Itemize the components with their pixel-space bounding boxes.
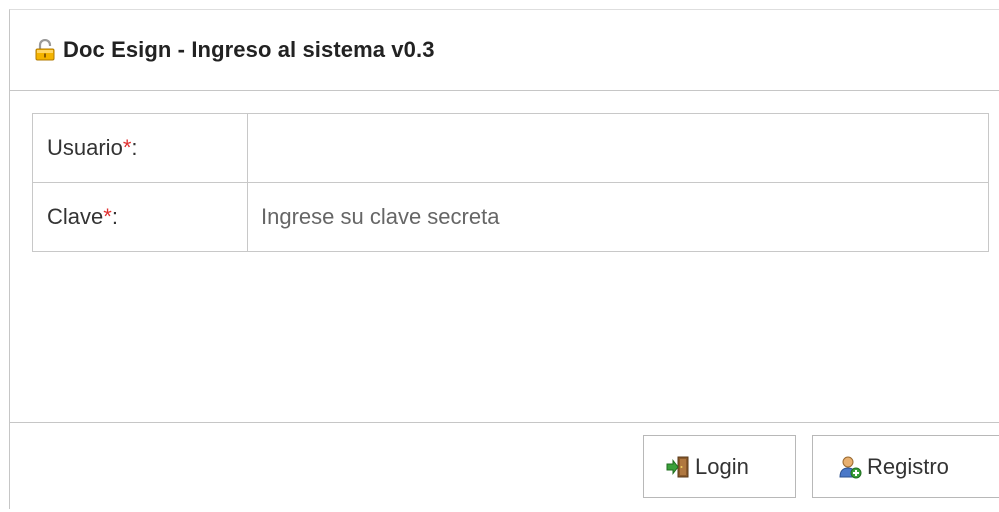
login-label: Login <box>695 453 749 479</box>
login-window: Doc Esign - Ingreso al sistema v0.3 Usua… <box>9 9 999 509</box>
add-user-icon <box>838 455 862 479</box>
clave-label: Clave <box>47 204 104 229</box>
login-form: Usuario*: Clave*: <box>32 113 989 252</box>
login-button[interactable]: Login <box>643 435 796 498</box>
clave-input[interactable] <box>261 204 961 230</box>
registro-button[interactable]: Registro <box>812 435 999 498</box>
door-enter-icon <box>666 455 690 479</box>
window-title: Doc Esign - Ingreso al sistema v0.3 <box>63 37 435 62</box>
label-separator: : <box>111 204 118 229</box>
window-titlebar: Doc Esign - Ingreso al sistema v0.3 <box>10 10 999 91</box>
button-bar: Login Registro <box>10 422 999 512</box>
required-mark: * <box>103 204 112 229</box>
lock-open-icon <box>33 38 57 62</box>
form-row-clave: Clave*: <box>32 182 989 252</box>
label-separator: : <box>131 135 138 160</box>
usuario-label: Usuario <box>47 135 123 160</box>
usuario-label-cell: Usuario*: <box>32 113 248 183</box>
form-area: Usuario*: Clave*: <box>10 91 999 421</box>
usuario-input[interactable] <box>261 135 961 161</box>
form-row-usuario: Usuario*: <box>32 113 989 183</box>
clave-input-cell <box>247 182 989 252</box>
clave-label-cell: Clave*: <box>32 182 248 252</box>
usuario-input-cell <box>247 113 989 183</box>
registro-label: Registro <box>867 453 949 479</box>
